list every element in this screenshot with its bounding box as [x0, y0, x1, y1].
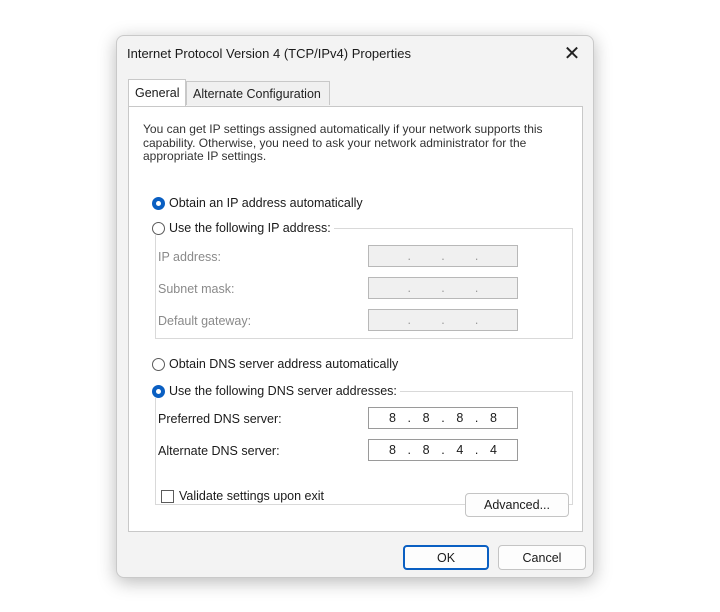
octet: 8: [456, 411, 464, 425]
octet: 8: [422, 411, 430, 425]
general-panel: You can get IP settings assigned automat…: [128, 106, 583, 532]
ip-address-input[interactable]: . . .: [368, 245, 518, 267]
preferred-dns-input[interactable]: 8. 8. 8. 8: [368, 407, 518, 429]
subnet-mask-label: Subnet mask:: [158, 282, 235, 296]
default-gateway-label: Default gateway:: [158, 314, 252, 328]
radio-label: Use the following DNS server addresses:: [169, 384, 397, 398]
octet: 8: [490, 411, 497, 425]
octet-separator: .: [441, 249, 445, 263]
radio-use-following-ip[interactable]: Use the following IP address:: [152, 221, 334, 235]
checkbox-label: Validate settings upon exit: [179, 489, 325, 503]
octet-separator: .: [474, 313, 479, 327]
ok-button[interactable]: OK: [403, 545, 489, 570]
radio-obtain-dns-auto[interactable]: Obtain DNS server address automatically: [152, 357, 402, 371]
alternate-dns-label: Alternate DNS server:: [158, 444, 280, 458]
cancel-button[interactable]: Cancel: [498, 545, 586, 570]
radio-label: Obtain DNS server address automatically: [169, 357, 399, 371]
octet-separator: .: [407, 443, 411, 457]
ip-address-label: IP address:: [158, 250, 222, 264]
radio-indicator[interactable]: [152, 196, 165, 210]
octet-separator: .: [474, 443, 479, 457]
advanced-button[interactable]: Advanced...: [465, 493, 569, 517]
tab-alternate-configuration[interactable]: Alternate Configuration: [186, 81, 330, 105]
octet: 8: [388, 443, 396, 457]
radio-label: Use the following IP address:: [169, 221, 331, 235]
octet-separator: .: [474, 249, 479, 263]
radio-indicator[interactable]: [152, 384, 165, 398]
radio-indicator[interactable]: [152, 221, 165, 235]
octet-separator: .: [407, 411, 411, 425]
alternate-dns-input[interactable]: 8. 8. 4. 4: [368, 439, 518, 461]
octet: 4: [490, 443, 497, 457]
octet-separator: .: [407, 281, 411, 295]
octet-separator: .: [441, 411, 445, 425]
tcpip-properties-dialog: Internet Protocol Version 4 (TCP/IPv4) P…: [116, 35, 594, 578]
octet-separator: .: [441, 281, 445, 295]
radio-obtain-ip-auto[interactable]: Obtain an IP address automatically: [152, 196, 366, 210]
preferred-dns-label: Preferred DNS server:: [158, 412, 282, 426]
octet-separator: .: [441, 443, 445, 457]
validate-settings-checkbox[interactable]: Validate settings upon exit: [161, 489, 324, 503]
octet-separator: .: [474, 411, 479, 425]
description-text: You can get IP settings assigned automat…: [143, 122, 543, 163]
checkbox-indicator[interactable]: [161, 489, 174, 503]
dialog-title: Internet Protocol Version 4 (TCP/IPv4) P…: [127, 46, 411, 61]
radio-indicator[interactable]: [152, 357, 165, 371]
octet: 4: [456, 443, 464, 457]
radio-use-following-dns[interactable]: Use the following DNS server addresses:: [152, 384, 400, 398]
tab-general[interactable]: General: [128, 79, 186, 106]
octet-separator: .: [441, 313, 445, 327]
octet-separator: .: [474, 281, 479, 295]
close-icon[interactable]: ✕: [561, 43, 583, 65]
subnet-mask-input[interactable]: . . .: [368, 277, 518, 299]
default-gateway-input[interactable]: . . .: [368, 309, 518, 331]
octet-separator: .: [407, 249, 411, 263]
title-bar: Internet Protocol Version 4 (TCP/IPv4) P…: [117, 36, 593, 72]
octet: 8: [422, 443, 430, 457]
radio-label: Obtain an IP address automatically: [169, 196, 363, 210]
octet-separator: .: [407, 313, 411, 327]
octet: 8: [388, 411, 396, 425]
